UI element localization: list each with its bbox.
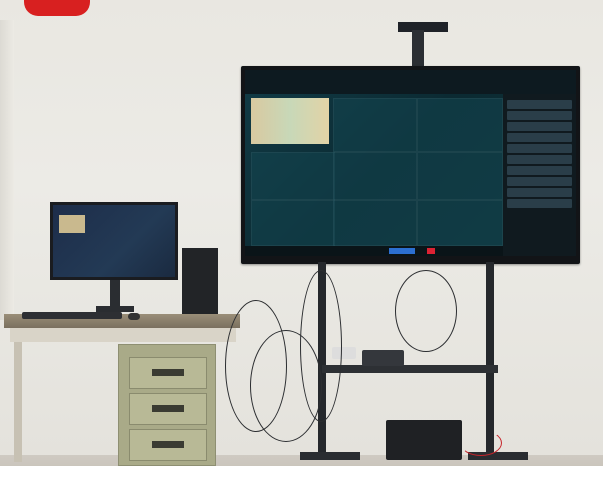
participant-row	[507, 144, 572, 153]
participant-row	[507, 166, 572, 175]
drawer-handle	[152, 441, 184, 448]
participant-row	[507, 111, 572, 120]
tv-leave-button	[427, 248, 435, 254]
cabinet-drawer	[129, 429, 207, 461]
tv-topbar	[245, 70, 576, 94]
ups-battery	[386, 420, 462, 460]
cable	[300, 270, 342, 422]
desk-frame	[10, 328, 236, 342]
participant-row	[507, 188, 572, 197]
tv-video-tile	[417, 98, 503, 152]
tv-control-button	[389, 248, 415, 254]
tv-stand-leg-right	[486, 262, 494, 458]
tv-participant-list	[503, 94, 576, 256]
cabinet-drawer	[129, 357, 207, 389]
caption-strip	[0, 466, 603, 496]
mouse	[128, 313, 140, 320]
tv-stand-foot	[300, 452, 360, 460]
tv-stand-shelf	[322, 365, 498, 373]
participant-row	[507, 155, 572, 164]
cabinet-drawer	[129, 393, 207, 425]
wall-edge	[0, 20, 14, 320]
desktop-monitor	[50, 202, 178, 280]
monitor-video-thumbnail	[59, 215, 85, 233]
desk-leg	[14, 342, 22, 462]
large-tv-display	[241, 66, 580, 264]
tv-video-tile	[251, 152, 335, 200]
tv-video-tile	[417, 200, 503, 246]
tv-screen	[245, 70, 576, 256]
red-badge	[24, 0, 90, 16]
participant-row	[507, 100, 572, 109]
photo	[0, 0, 603, 496]
tv-video-tile	[333, 200, 417, 246]
tv-video-tile	[333, 152, 417, 200]
filing-cabinet	[118, 344, 216, 466]
participant-row	[507, 199, 572, 208]
participant-row	[507, 122, 572, 131]
participant-row	[507, 133, 572, 142]
participant-row	[507, 177, 572, 186]
keyboard	[22, 312, 122, 319]
network-switch	[362, 350, 404, 366]
red-cable	[460, 430, 502, 456]
tv-video-tile	[251, 200, 335, 246]
tv-video-thumbnail	[251, 98, 329, 144]
tv-control-bar	[245, 246, 503, 256]
cable	[395, 270, 457, 352]
monitor-screen	[53, 205, 175, 277]
drawer-handle	[152, 405, 184, 412]
tv-video-tile	[417, 152, 503, 200]
tv-video-tile	[333, 98, 417, 152]
drawer-handle	[152, 369, 184, 376]
